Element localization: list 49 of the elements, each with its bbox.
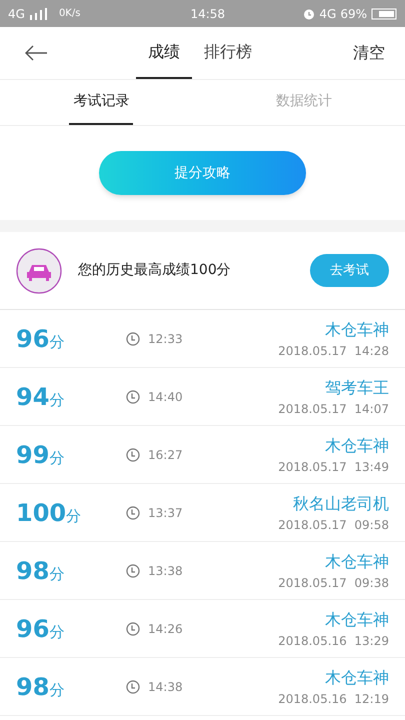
- sub-tab[interactable]: 考试记录: [69, 80, 134, 125]
- title-text: 木仓车神: [325, 434, 389, 456]
- back-arrow-icon: [24, 45, 48, 61]
- car-icon: [16, 248, 62, 294]
- duration-text: 12:33: [148, 330, 183, 348]
- clock-icon: [126, 680, 140, 694]
- title-text: 秋名山老司机: [293, 492, 389, 514]
- clock-icon: [126, 390, 140, 404]
- score-text: 96分: [16, 324, 66, 354]
- date-text: 2018.05.17 09:58: [278, 516, 389, 534]
- score-text: 100分: [16, 498, 82, 528]
- duration-text: 13:37: [148, 504, 183, 522]
- score-text: 98分: [16, 672, 66, 702]
- score-text: 94分: [16, 382, 66, 412]
- date-text: 2018.05.17 14:28: [278, 342, 389, 360]
- title-text: 木仓车神: [325, 666, 389, 688]
- network-text: 4G: [8, 6, 25, 22]
- battery-text: 69%: [340, 6, 367, 22]
- clock-icon: [126, 564, 140, 578]
- duration-text: 14:38: [148, 678, 183, 696]
- clock-icon: [126, 332, 140, 346]
- date-text: 2018.05.16 13:29: [278, 632, 389, 650]
- battery-icon: [371, 8, 397, 20]
- network-text: 4G: [319, 6, 336, 22]
- clock-icon: [126, 622, 140, 636]
- date-text: 2018.05.17 14:07: [278, 400, 389, 418]
- score-text: 98分: [16, 556, 66, 586]
- duration-text: 13:38: [148, 562, 183, 580]
- alarm-icon: [303, 8, 316, 20]
- date-text: 2018.05.16 12:19: [278, 690, 389, 708]
- title-text: 木仓车神: [325, 608, 389, 630]
- title-text: 木仓车神: [325, 318, 389, 340]
- score-text: 96分: [16, 614, 66, 644]
- best-score-text: 您的历史最高成绩100分: [78, 261, 231, 280]
- clock-time: 14:58: [190, 6, 226, 22]
- nav-tab[interactable]: 成绩: [136, 27, 192, 79]
- clock-icon: [126, 448, 140, 462]
- clock-icon: [126, 506, 140, 520]
- nav-tab[interactable]: 排行榜: [192, 27, 264, 79]
- date-text: 2018.05.17 13:49: [278, 458, 389, 476]
- date-text: 2018.05.17 09:38: [278, 574, 389, 592]
- score-text: 99分: [16, 440, 66, 470]
- duration-text: 14:26: [148, 620, 183, 638]
- title-text: 驾考车王: [325, 376, 389, 398]
- duration-text: 14:40: [148, 388, 183, 406]
- speed-text: 0K/s: [58, 7, 80, 21]
- title-text: 木仓车神: [325, 550, 389, 572]
- duration-text: 16:27: [148, 446, 183, 464]
- clear-button[interactable]: 清空: [353, 41, 385, 65]
